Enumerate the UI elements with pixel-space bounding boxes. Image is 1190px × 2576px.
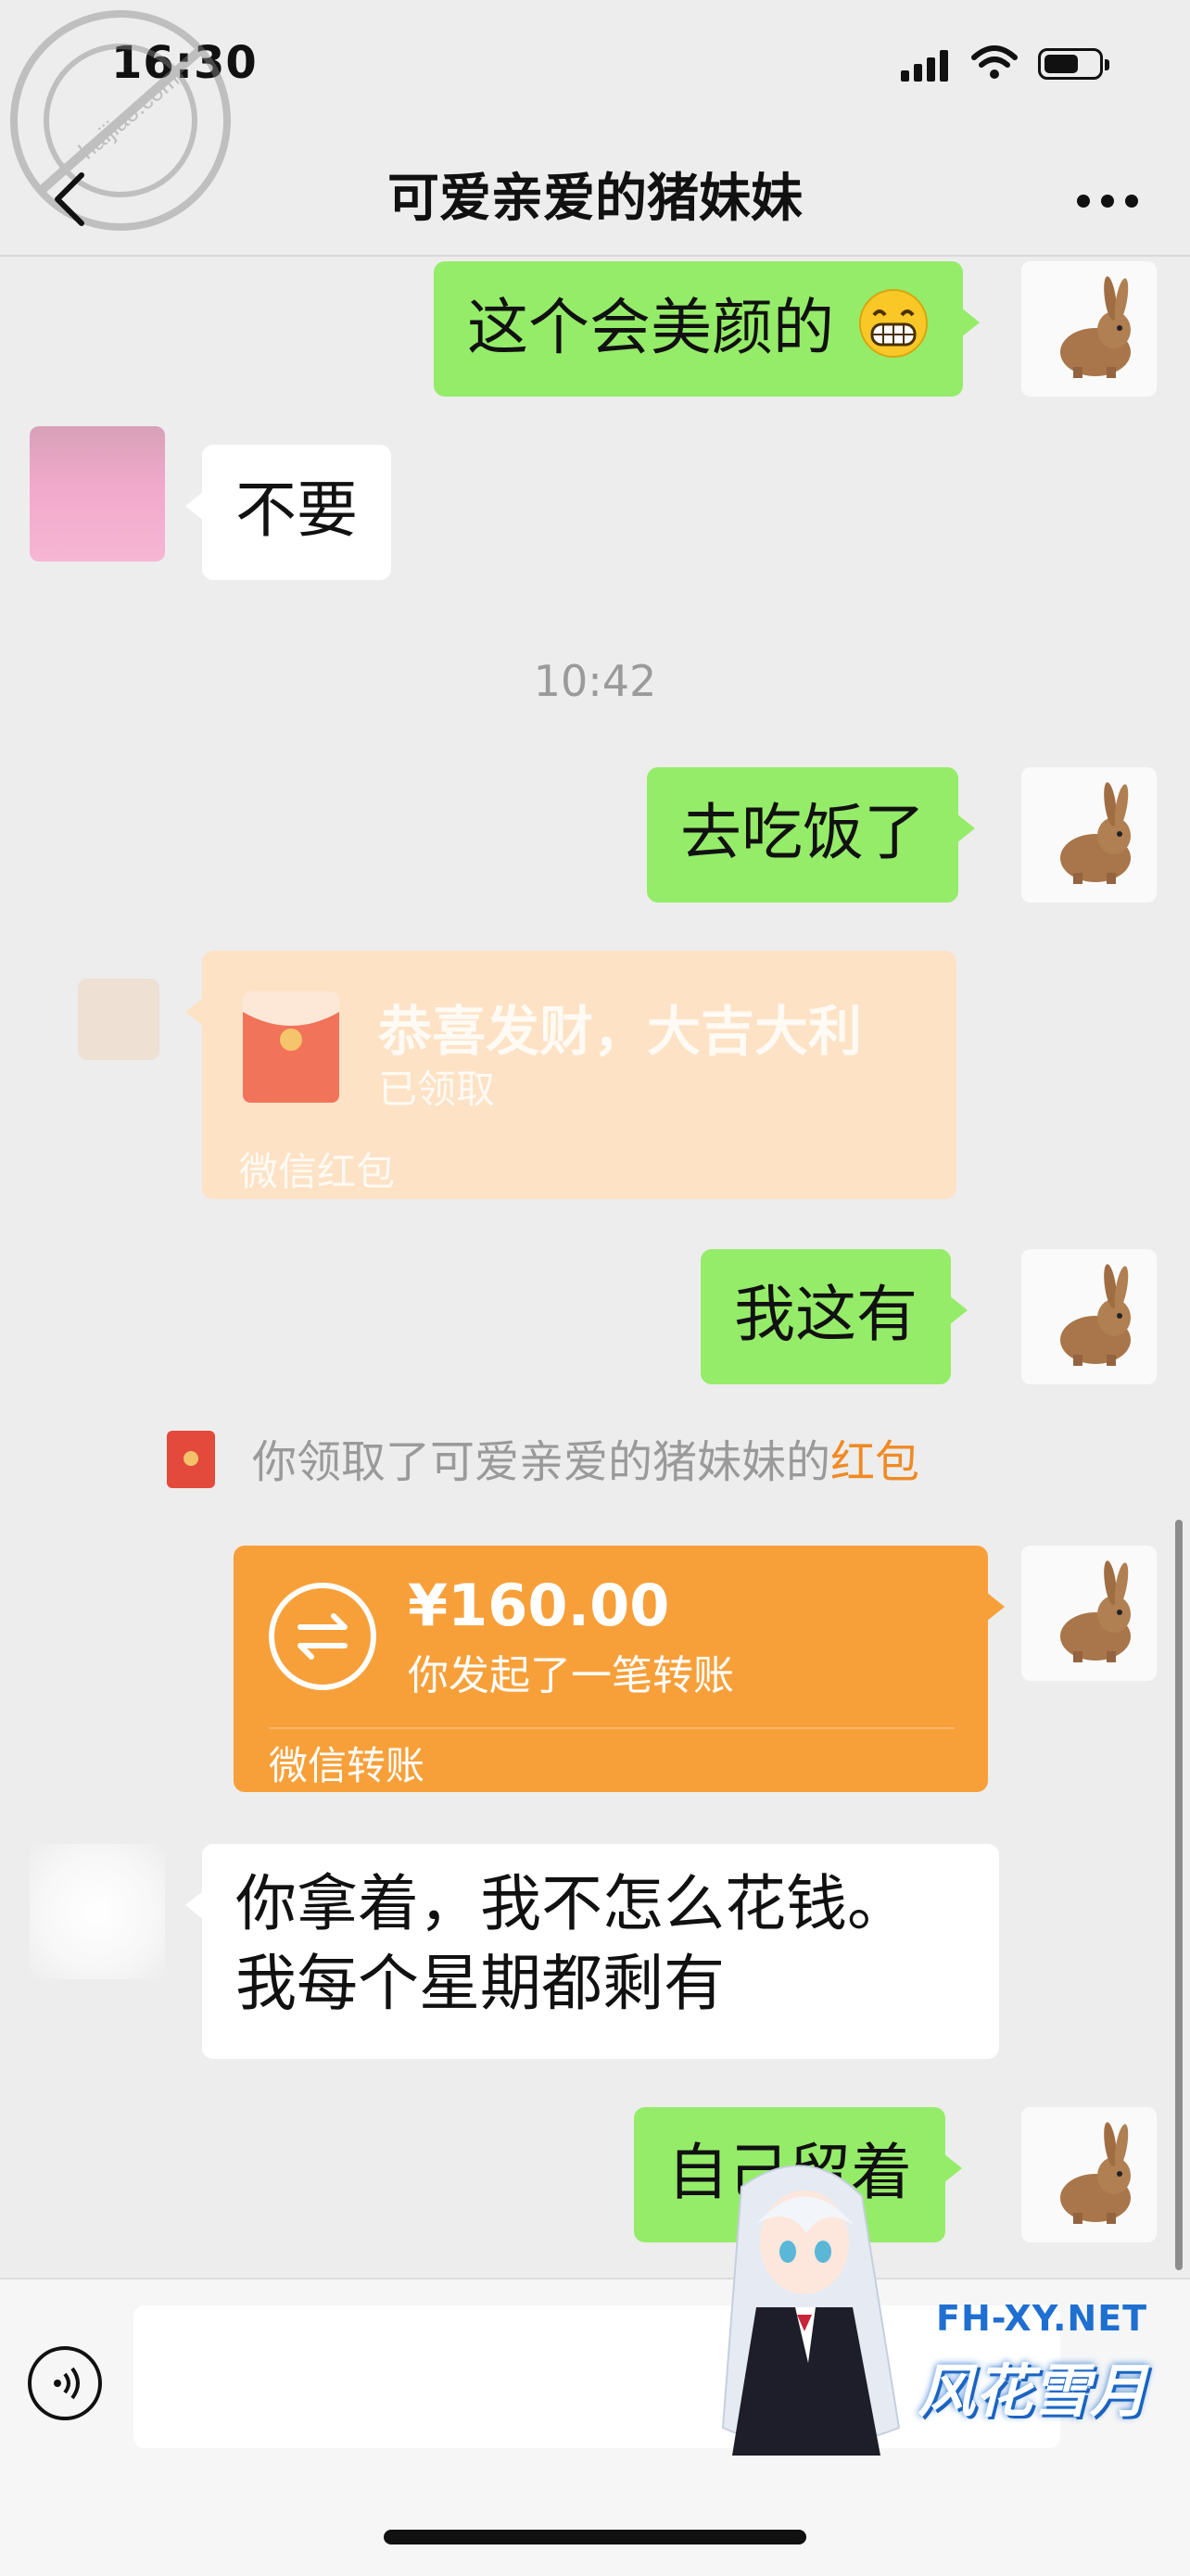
transfer-arrows-icon: [269, 1583, 376, 1690]
red-packet-title: 恭喜发财，大吉大利: [378, 1000, 863, 1063]
wifi-icon: [971, 45, 1018, 79]
transfer-footer: 微信转账: [269, 1743, 425, 1788]
message-text: 去吃饭了: [680, 797, 925, 868]
mascot-site-text: FH-XY.NET: [936, 2298, 1148, 2339]
red-packet-link[interactable]: 红包: [830, 1436, 919, 1488]
transfer-amount: ¥160.00: [408, 1572, 670, 1639]
self-avatar[interactable]: [1021, 261, 1157, 397]
red-packet-icon: [243, 991, 339, 1103]
cellular-signal-icon: [901, 50, 949, 82]
message-text: 这个会美颜的: [467, 292, 834, 363]
red-packet-status: 已领取: [378, 1067, 496, 1112]
anime-girl-icon: [721, 2165, 901, 2456]
mascot-brand-text: 风花雪月: [918, 2357, 1148, 2425]
transfer-divider: [269, 1727, 955, 1729]
transfer-card[interactable]: ¥160.00 你发起了一笔转账 微信转账: [234, 1546, 1005, 1792]
contact-avatar[interactable]: [30, 426, 165, 562]
message-text-line: 你拿着，我不怎么花钱。: [235, 1868, 908, 1939]
grinning-emoji-icon: [857, 287, 930, 360]
home-indicator: [384, 2530, 806, 2544]
contact-avatar[interactable]: [30, 1844, 165, 1979]
contact-avatar[interactable]: [78, 979, 159, 1060]
system-notice: 你领取了可爱亲爱的猪妹妹的红包: [167, 1425, 919, 1494]
self-avatar[interactable]: [1021, 1546, 1157, 1681]
message-text-line: 我每个星期都剩有: [235, 1948, 725, 2019]
transfer-description: 你发起了一笔转账: [408, 1652, 734, 1699]
rabbit-icon: [1021, 261, 1157, 397]
message-bubble-outgoing[interactable]: 这个会美颜的: [434, 261, 980, 397]
more-options-icon[interactable]: [1066, 176, 1149, 222]
navigation-bar: 可爱亲爱的猪妹妹: [0, 139, 1190, 257]
time-divider: 10:42: [533, 656, 657, 706]
rabbit-icon: [1021, 1249, 1157, 1384]
self-avatar[interactable]: [1021, 767, 1157, 903]
self-avatar[interactable]: [1021, 1249, 1157, 1384]
rabbit-icon: [1021, 767, 1157, 903]
red-packet-footer: 微信红包: [239, 1149, 396, 1194]
red-packet-card[interactable]: 恭喜发财，大吉大利 已领取 微信红包: [185, 951, 956, 1199]
battery-icon: [1038, 48, 1109, 80]
red-packet-mini-icon: [167, 1431, 215, 1488]
message-text: 不要: [235, 474, 358, 546]
voice-input-icon[interactable]: [28, 2346, 102, 2420]
message-bubble-incoming[interactable]: 不要: [185, 445, 391, 580]
message-bubble-incoming[interactable]: 你拿着，我不怎么花钱。 我每个星期都剩有: [185, 1844, 999, 2059]
mascot-watermark: FH-XY.NET 风花雪月: [667, 2150, 1190, 2493]
chat-title: 可爱亲爱的猪妹妹: [387, 169, 803, 229]
system-notice-text: 你领取了可爱亲爱的猪妹妹的: [252, 1436, 831, 1488]
message-text: 我这有: [734, 1279, 918, 1350]
message-bubble-outgoing[interactable]: 去吃饭了: [647, 767, 975, 903]
rabbit-icon: [1021, 1546, 1157, 1681]
message-bubble-outgoing[interactable]: 我这有: [701, 1249, 968, 1384]
